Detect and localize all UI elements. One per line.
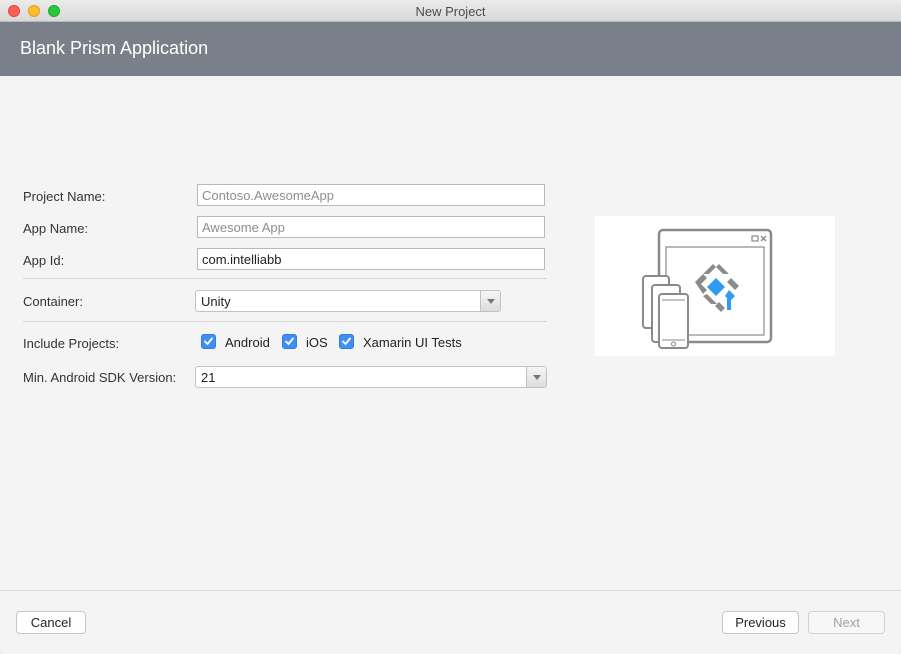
- ios-checkbox[interactable]: [282, 334, 297, 349]
- container-selected-value: Unity: [201, 294, 231, 309]
- min-sdk-selected-value: 21: [201, 370, 216, 385]
- cancel-button[interactable]: Cancel: [16, 611, 86, 634]
- app-id-label: App Id:: [23, 253, 65, 268]
- android-checkbox-label[interactable]: Android: [225, 335, 270, 350]
- chevron-down-icon: [487, 299, 495, 304]
- container-dropdown-arrow[interactable]: [480, 291, 500, 311]
- app-name-label: App Name:: [23, 221, 89, 236]
- app-name-input[interactable]: [197, 216, 545, 238]
- container-label: Container:: [23, 294, 83, 309]
- template-title: Blank Prism Application: [20, 38, 209, 58]
- min-sdk-dropdown-arrow[interactable]: [526, 367, 546, 387]
- new-project-window: New Project Blank Prism Application Proj…: [0, 0, 901, 654]
- container-select[interactable]: Unity: [195, 290, 501, 312]
- template-banner: Blank Prism Application: [0, 22, 901, 76]
- chevron-down-icon: [533, 375, 541, 380]
- checkmark-icon: [342, 337, 351, 345]
- app-id-input[interactable]: [197, 248, 545, 270]
- separator: [23, 321, 547, 322]
- project-name-input[interactable]: [197, 184, 545, 206]
- checkmark-icon: [285, 337, 294, 345]
- android-checkbox[interactable]: [201, 334, 216, 349]
- ios-checkbox-label[interactable]: iOS: [306, 335, 328, 350]
- checkmark-icon: [204, 337, 213, 345]
- footer-separator: [0, 590, 901, 591]
- prism-devices-illustration-icon: [642, 228, 773, 349]
- project-name-label: Project Name:: [23, 189, 106, 204]
- xamarin-ui-tests-checkbox[interactable]: [339, 334, 354, 349]
- window-title: New Project: [415, 4, 486, 19]
- separator: [23, 278, 547, 279]
- title-bar: New Project: [0, 0, 901, 22]
- include-projects-label: Include Projects:: [23, 336, 120, 351]
- min-sdk-select[interactable]: 21: [195, 366, 547, 388]
- previous-button[interactable]: Previous: [722, 611, 799, 634]
- xamarin-ui-tests-checkbox-label[interactable]: Xamarin UI Tests: [363, 335, 462, 350]
- next-button[interactable]: Next: [808, 611, 885, 634]
- template-preview-image: [595, 216, 835, 356]
- min-sdk-label: Min. Android SDK Version:: [23, 370, 177, 385]
